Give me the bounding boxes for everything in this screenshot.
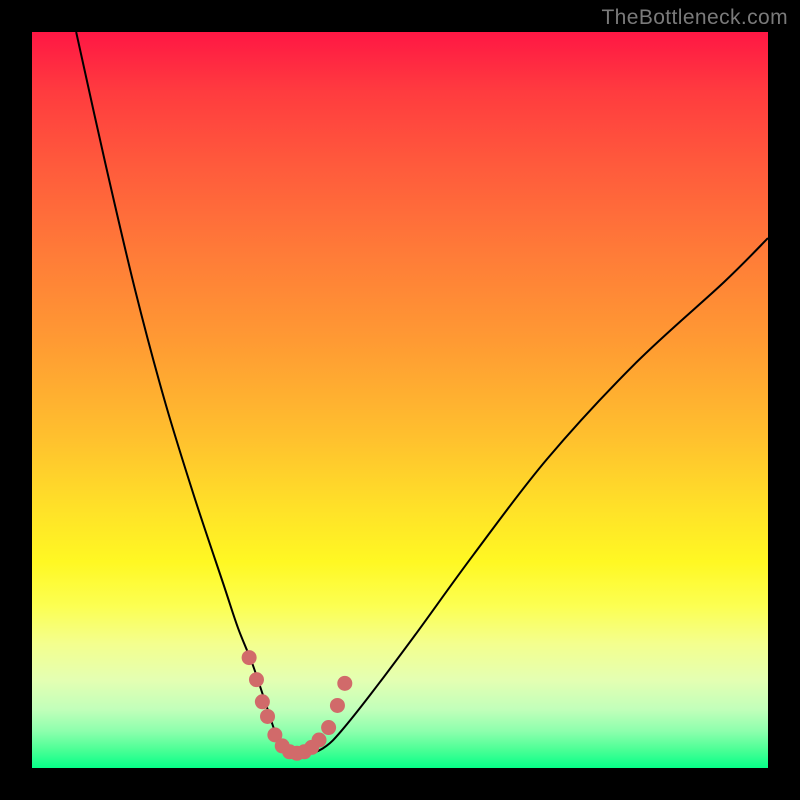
highlight-dot <box>242 650 257 665</box>
bottleneck-curve-path <box>76 32 768 754</box>
highlight-dot <box>321 720 336 735</box>
watermark-label: TheBottleneck.com <box>601 6 788 30</box>
highlight-dot <box>337 676 352 691</box>
highlight-dot <box>260 709 275 724</box>
highlight-dot <box>330 698 345 713</box>
highlight-dot <box>249 672 264 687</box>
bottleneck-curve <box>76 32 768 754</box>
curve-svg <box>32 32 768 768</box>
highlight-points <box>242 650 353 761</box>
highlight-dot <box>255 694 270 709</box>
highlight-dot <box>312 733 327 748</box>
chart-frame: TheBottleneck.com <box>0 0 800 800</box>
plot-area <box>32 32 768 768</box>
